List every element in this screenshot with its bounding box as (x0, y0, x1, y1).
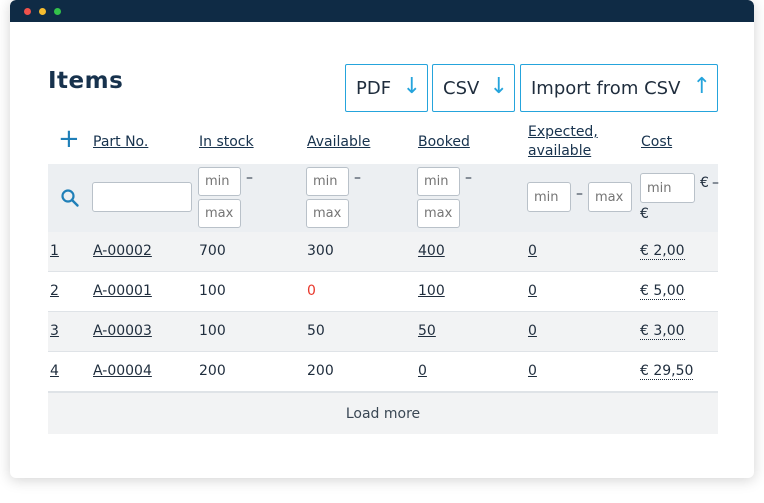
expected-value[interactable]: 0 (528, 323, 537, 339)
in-stock-min-input[interactable] (198, 167, 241, 196)
available-max-input[interactable] (306, 199, 349, 228)
in-stock-value: 100 (199, 323, 226, 339)
expected-value[interactable]: 0 (528, 243, 537, 259)
expected-value[interactable]: 0 (528, 283, 537, 299)
filter-row: – – – – € – € (48, 164, 719, 232)
part-no-filter-input[interactable] (92, 182, 192, 212)
range-dash: – (712, 175, 719, 191)
import-csv-button[interactable]: Import from CSV ↑ (520, 64, 718, 112)
available-value: 200 (307, 363, 334, 379)
cost-min-input[interactable] (640, 173, 695, 203)
csv-export-button[interactable]: CSV ↓ (432, 64, 515, 112)
row-number[interactable]: 4 (50, 363, 59, 379)
range-dash: – (576, 186, 583, 202)
currency-symbol: € (640, 206, 649, 222)
in-stock-max-input[interactable] (198, 199, 241, 228)
available-value: 300 (307, 243, 334, 259)
expected-min-input[interactable] (527, 182, 571, 212)
header-part-no[interactable]: Part No. (93, 134, 148, 150)
header-booked[interactable]: Booked (418, 134, 470, 150)
title-bar (10, 0, 754, 22)
cost-value[interactable]: € 29,50 (640, 363, 694, 380)
booked-value[interactable]: 50 (418, 323, 436, 339)
range-dash: – (354, 170, 361, 186)
header-expected-line1[interactable]: Expected, (528, 124, 598, 140)
part-number[interactable]: A-00003 (93, 323, 152, 339)
header-in-stock[interactable]: In stock (199, 134, 254, 150)
header-available[interactable]: Available (307, 134, 370, 150)
load-more-button[interactable]: Load more (48, 392, 718, 434)
available-value: 50 (307, 323, 325, 339)
app-window: Items PDF ↓ CSV ↓ Import from CSV ↑ + Pa… (10, 0, 754, 478)
table-row[interactable]: 1 A-00002 700 300 400 0 € 2,00 (48, 232, 718, 272)
pdf-button-label: PDF (356, 77, 392, 99)
range-dash: – (246, 170, 253, 186)
search-icon[interactable] (60, 188, 80, 208)
main-content: Items PDF ↓ CSV ↓ Import from CSV ↑ + Pa… (10, 22, 754, 478)
booked-value[interactable]: 0 (418, 363, 427, 379)
booked-max-input[interactable] (417, 199, 460, 228)
table-row[interactable]: 3 A-00003 100 50 50 0 € 3,00 (48, 312, 718, 352)
table-row[interactable]: 2 A-00001 100 0 100 0 € 5,00 (48, 272, 718, 312)
csv-button-label: CSV (443, 77, 480, 99)
cost-value[interactable]: € 3,00 (640, 323, 685, 340)
expected-value[interactable]: 0 (528, 363, 537, 379)
expected-max-input[interactable] (588, 182, 632, 212)
in-stock-value: 100 (199, 283, 226, 299)
currency-symbol: € (700, 175, 709, 191)
available-value: 0 (307, 283, 316, 299)
upload-arrow-icon: ↑ (692, 74, 711, 99)
cost-value[interactable]: € 2,00 (640, 243, 685, 260)
available-min-input[interactable] (306, 167, 349, 196)
row-number[interactable]: 2 (50, 283, 59, 299)
range-dash: – (465, 170, 472, 186)
header-expected-line2[interactable]: available (528, 143, 591, 159)
booked-value[interactable]: 100 (418, 283, 445, 299)
header-cost[interactable]: Cost (641, 134, 672, 150)
import-button-label: Import from CSV (531, 77, 681, 99)
part-number[interactable]: A-00002 (93, 243, 152, 259)
row-number[interactable]: 3 (50, 323, 59, 339)
part-number[interactable]: A-00004 (93, 363, 152, 379)
cost-value[interactable]: € 5,00 (640, 283, 685, 300)
close-window-dot[interactable] (24, 8, 31, 15)
booked-value[interactable]: 400 (418, 243, 445, 259)
add-item-icon[interactable]: + (58, 126, 80, 152)
table-row[interactable]: 4 A-00004 200 200 0 0 € 29,50 (48, 352, 718, 392)
part-number[interactable]: A-00001 (93, 283, 152, 299)
page-title: Items (48, 68, 124, 94)
row-number[interactable]: 1 (50, 243, 59, 259)
maximize-window-dot[interactable] (54, 8, 61, 15)
pdf-export-button[interactable]: PDF ↓ (345, 64, 428, 112)
in-stock-value: 200 (199, 363, 226, 379)
in-stock-value: 700 (199, 243, 226, 259)
download-arrow-icon: ↓ (489, 74, 508, 99)
booked-min-input[interactable] (417, 167, 460, 196)
download-arrow-icon: ↓ (402, 74, 421, 99)
minimize-window-dot[interactable] (39, 8, 46, 15)
